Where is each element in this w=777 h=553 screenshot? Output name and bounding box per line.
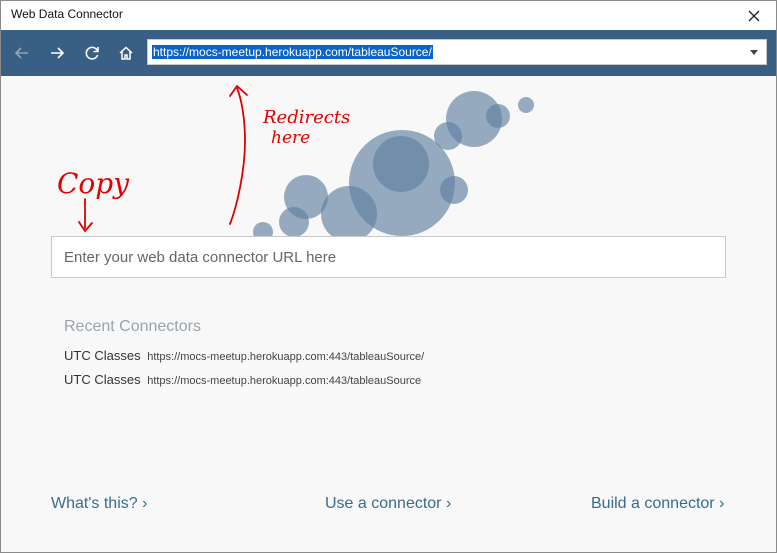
copy-annotation: Copy [57, 167, 130, 200]
web-data-connector-window: Web Data Connector https://mocs-meetup.h… [0, 0, 777, 553]
handwritten-annotations: Copy Redirects here [57, 85, 350, 232]
redirects-annotation: Redirects [262, 107, 350, 128]
redirect-arrow-curve [229, 87, 246, 225]
here-annotation: here [271, 128, 310, 148]
